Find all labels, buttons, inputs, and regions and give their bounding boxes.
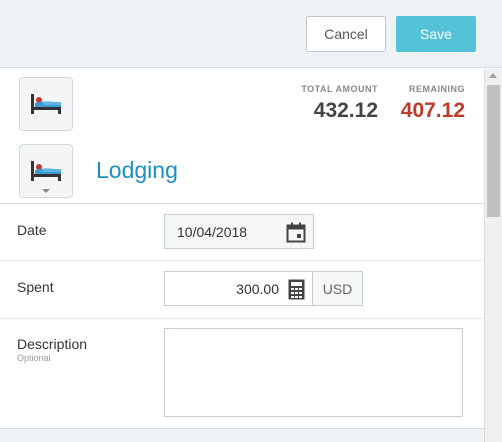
vertical-scrollbar[interactable]: [484, 69, 502, 442]
spent-value: 300.00: [236, 280, 279, 297]
divider: [0, 260, 484, 261]
currency-badge: USD: [313, 271, 363, 306]
total-amount-label: TOTAL AMOUNT: [301, 84, 378, 94]
scroll-up-arrow-icon[interactable]: [489, 73, 497, 78]
total-amount-value: 432.12: [313, 99, 378, 122]
spent-amount-field[interactable]: 300.00: [164, 271, 313, 306]
scroll-thumb[interactable]: [487, 85, 500, 217]
divider: [0, 203, 484, 204]
description-label: Description: [17, 336, 88, 352]
remaining-value: 407.12: [400, 99, 465, 122]
date-field[interactable]: 10/04/2018: [164, 214, 314, 249]
footer-strip: [0, 428, 484, 442]
category-selector[interactable]: [19, 144, 73, 198]
category-icon-tile: [19, 77, 73, 131]
chevron-down-icon: [42, 189, 50, 193]
description-optional-hint: Optional: [17, 353, 51, 363]
bed-icon: [31, 161, 61, 181]
save-button[interactable]: Save: [396, 16, 476, 52]
category-title: Lodging: [96, 157, 178, 183]
expense-form-panel: TOTAL AMOUNT 432.12 REMAINING 407.12 Lod…: [0, 69, 484, 442]
cancel-button[interactable]: Cancel: [306, 16, 386, 52]
calendar-icon[interactable]: [286, 222, 306, 243]
description-field[interactable]: [164, 328, 463, 417]
spent-label: Spent: [17, 279, 54, 295]
date-label: Date: [17, 222, 47, 238]
top-toolbar: Cancel Save: [0, 0, 502, 68]
date-value: 10/04/2018: [177, 223, 248, 240]
bed-icon: [31, 94, 61, 114]
remaining-label: REMAINING: [409, 84, 465, 94]
calculator-icon[interactable]: [288, 279, 305, 300]
divider: [0, 318, 484, 319]
